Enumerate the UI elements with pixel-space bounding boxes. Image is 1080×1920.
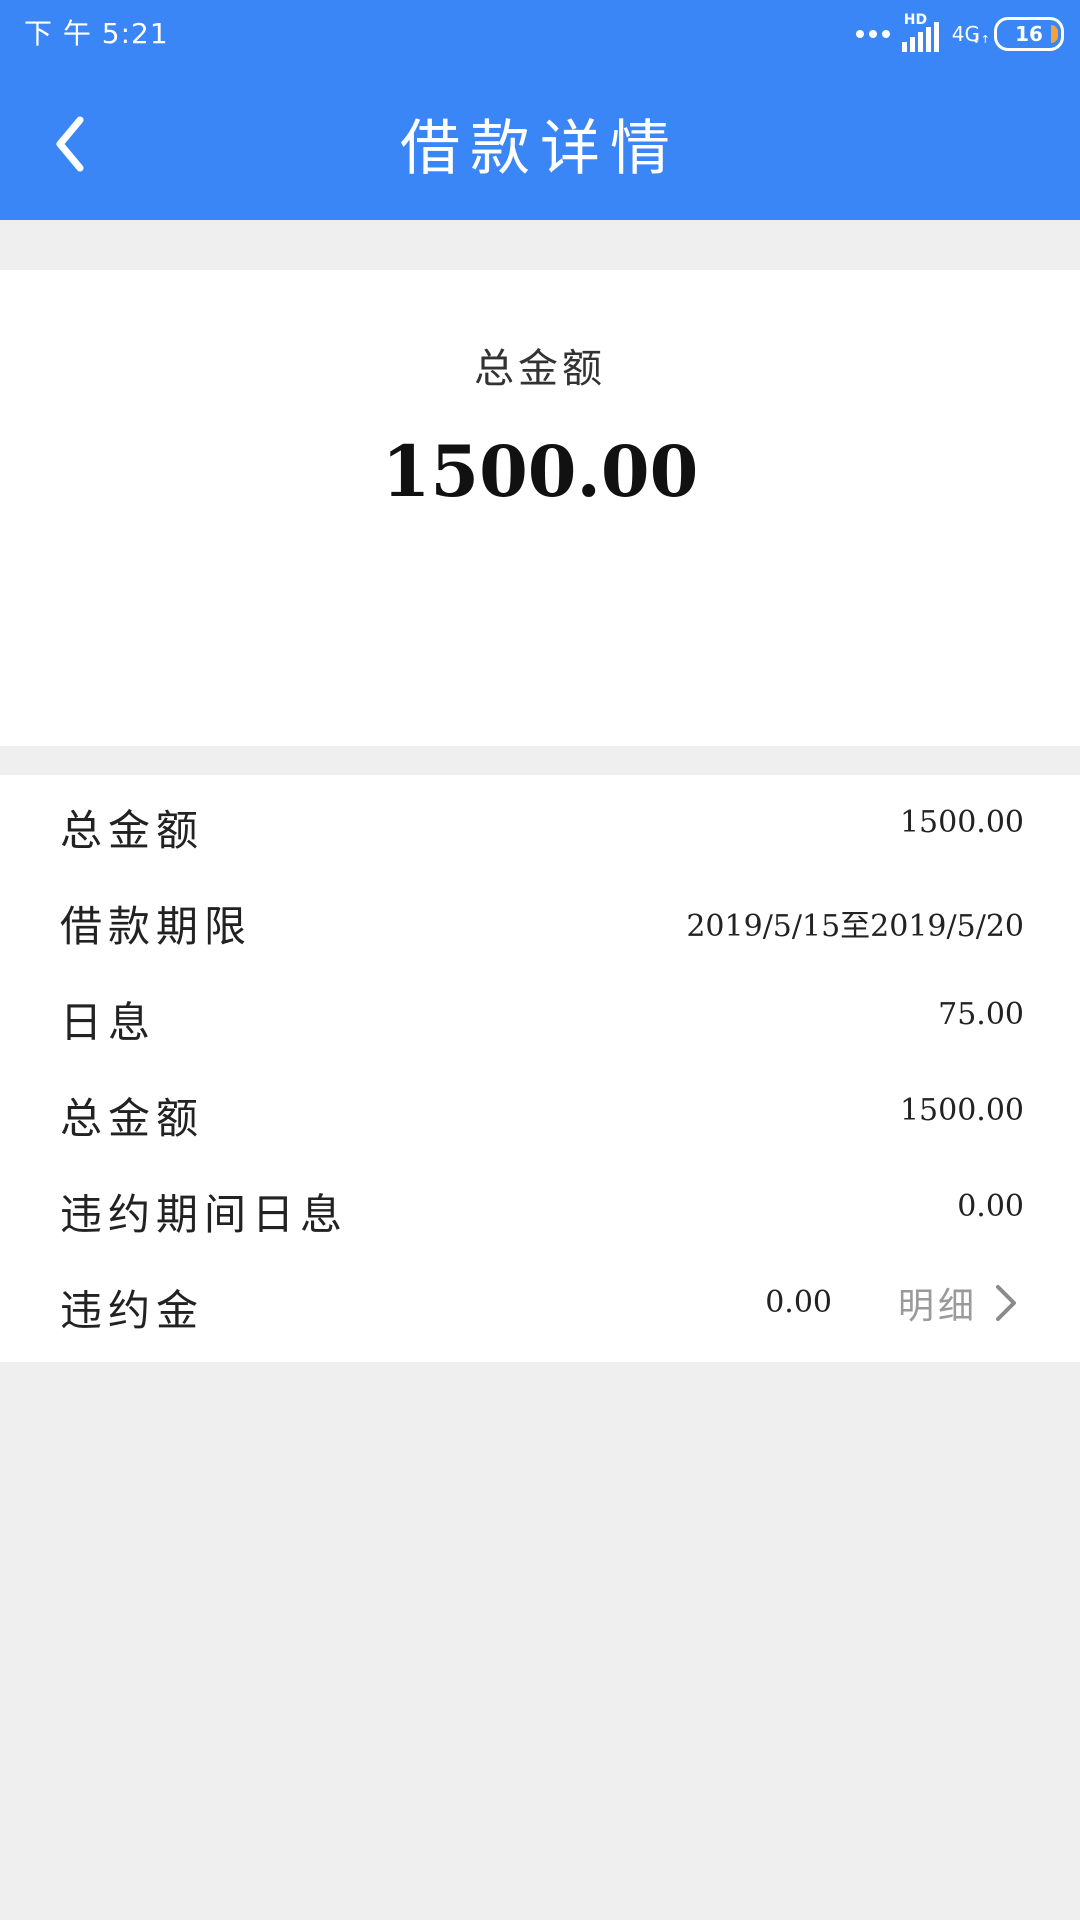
row-label: 违约金: [60, 1286, 205, 1335]
row-value: 0.00: [765, 1285, 832, 1320]
network-label: 4G ↓↑: [951, 22, 990, 46]
detail-row-total: 总金额 1500.00: [0, 775, 1080, 871]
status-icons: HD 4G ↓↑ 16: [855, 12, 1064, 54]
detail-row-daily-interest: 日息 75.00: [0, 967, 1080, 1063]
summary-label: 总金额: [474, 346, 606, 392]
row-value: 1500.00: [899, 805, 1024, 840]
detail-link-label: 明细: [897, 1286, 978, 1327]
penalty-detail-link[interactable]: 明细: [898, 1273, 1020, 1333]
detail-row-penalty: 违约金 0.00 明细: [0, 1255, 1080, 1351]
detail-row-total-2: 总金额 1500.00: [0, 1063, 1080, 1159]
more-dots-icon: [855, 30, 890, 38]
row-value: 75.00: [938, 997, 1024, 1032]
chevron-right-icon: [996, 1285, 1016, 1321]
summary-amount: 1500.00: [381, 430, 699, 513]
detail-row-default-interest: 违约期间日息 0.00: [0, 1159, 1080, 1255]
battery-level: 16: [1015, 22, 1043, 46]
row-label: 总金额: [60, 806, 205, 855]
row-value: 2019/5/15至2019/5/20: [686, 909, 1024, 944]
battery-icon: 16: [994, 17, 1064, 51]
status-time: 下 午 5:21: [24, 17, 169, 50]
page-title: 借款详情: [400, 114, 680, 184]
summary-card: 总金额 1500.00: [0, 270, 1080, 746]
row-value: 1500.00: [899, 1093, 1024, 1128]
row-label: 违约期间日息: [60, 1190, 349, 1239]
signal-icon: HD: [901, 12, 946, 52]
row-label: 借款期限: [60, 902, 253, 951]
row-label: 日息: [60, 998, 157, 1047]
detail-row-term: 借款期限 2019/5/15至2019/5/20: [0, 871, 1080, 967]
row-label: 总金额: [60, 1094, 205, 1143]
row-value: 0.00: [957, 1189, 1024, 1224]
status-bar: 下 午 5:21 HD 4G ↓↑ 16: [0, 0, 1080, 66]
detail-list: 总金额 1500.00 借款期限 2019/5/15至2019/5/20 日息 …: [0, 775, 1080, 1362]
app-header: 下 午 5:21 HD 4G ↓↑ 16 借款详情: [0, 0, 1080, 220]
